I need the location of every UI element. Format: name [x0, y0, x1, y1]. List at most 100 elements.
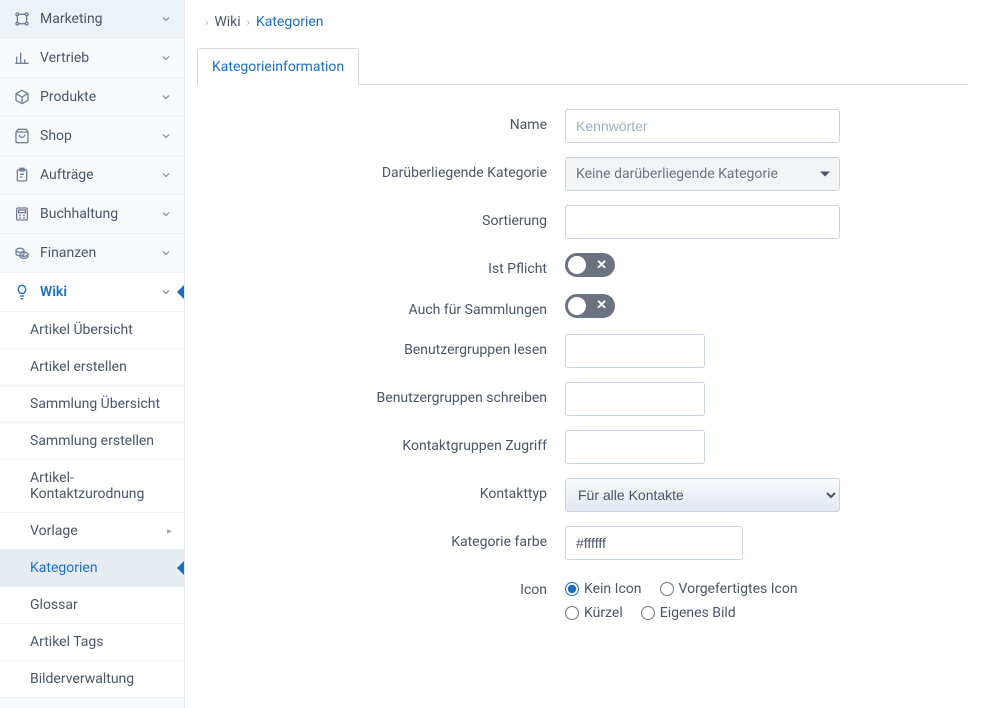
chevron-down-icon [160, 13, 172, 25]
main-content: › Wiki › Kategorien Kategorieinformation… [185, 0, 988, 708]
sidebar-sub-label: Vorlage [30, 523, 78, 539]
radio-preset-icon[interactable]: Vorgefertigtes Icon [660, 581, 798, 597]
radio-label: Kürzel [584, 605, 623, 621]
coins-icon [14, 245, 30, 261]
sidebar-sub-sammlung-uebersicht[interactable]: Sammlung Übersicht [0, 386, 184, 423]
sidebar-sub-label: Sammlung Übersicht [30, 396, 160, 412]
label-read-groups: Benutzergruppen lesen [185, 334, 565, 361]
sidebar-item-label: Buchhaltung [40, 206, 160, 222]
toggle-knob [568, 297, 586, 315]
sidebar-item-label: Wiki [40, 284, 160, 300]
label-parent-category: Darüberliegende Kategorie [185, 157, 565, 184]
contact-groups-input[interactable] [565, 430, 705, 464]
collections-toggle[interactable]: ✕ [565, 294, 615, 318]
chevron-down-icon [160, 286, 172, 298]
radio-input[interactable] [641, 606, 655, 620]
color-input[interactable] [565, 526, 743, 560]
radio-input[interactable] [660, 582, 674, 596]
sidebar-item-produkte[interactable]: Produkte [0, 78, 184, 117]
x-icon: ✕ [596, 258, 607, 273]
clipboard-icon [14, 167, 30, 183]
sidebar-sub-label: Artikel-Kontaktzurodnung [30, 470, 172, 502]
label-required: Ist Pflicht [185, 253, 565, 280]
sidebar-item-buchhaltung[interactable]: Buchhaltung [0, 195, 184, 234]
sidebar-sub-vorlage[interactable]: Vorlage ▸ [0, 513, 184, 550]
sidebar-item-marketing[interactable]: Marketing [0, 0, 184, 39]
sidebar-sub-bilderverwaltung[interactable]: Bilderverwaltung [0, 661, 184, 698]
chevron-down-icon [160, 208, 172, 220]
label-write-groups: Benutzergruppen schreiben [185, 382, 565, 409]
caret-down-icon [820, 172, 830, 177]
write-groups-input[interactable] [565, 382, 705, 416]
chevron-right-icon: › [247, 16, 250, 29]
sidebar-item-label: Aufträge [40, 167, 160, 183]
network-icon [14, 11, 30, 27]
radio-abbrev[interactable]: Kürzel [565, 605, 623, 621]
label-contact-groups: Kontaktgruppen Zugriff [185, 430, 565, 457]
sidebar-item-shop[interactable]: Shop [0, 117, 184, 156]
label-contact-type: Kontakttyp [185, 478, 565, 505]
label-icon: Icon [185, 574, 565, 601]
sidebar-item-auftraege[interactable]: Aufträge [0, 156, 184, 195]
tabs: Kategorieinformation [197, 48, 968, 85]
label-collections: Auch für Sammlungen [185, 294, 565, 321]
cube-icon [14, 89, 30, 105]
radio-label: Vorgefertigtes Icon [679, 581, 798, 597]
sidebar-item-label: Produkte [40, 89, 160, 105]
chevron-down-icon [160, 91, 172, 103]
radio-custom-image[interactable]: Eigenes Bild [641, 605, 736, 621]
sidebar-sub-artikel-erstellen[interactable]: Artikel erstellen [0, 349, 184, 386]
calculator-icon [14, 206, 30, 222]
sidebar-sub-label: Artikel erstellen [30, 359, 127, 375]
sidebar-sub-artikel-kontaktzuordnung[interactable]: Artikel-Kontaktzurodnung [0, 460, 184, 513]
radio-label: Eigenes Bild [660, 605, 736, 621]
form: Name Darüberliegende Kategorie Keine dar… [185, 85, 988, 675]
toggle-knob [568, 256, 586, 274]
sidebar-item-label: Finanzen [40, 245, 160, 261]
label-sort: Sortierung [185, 205, 565, 232]
sidebar: Marketing Vertrieb Produkte Shop Aufträg… [0, 0, 185, 708]
sidebar-sub-sammlung-erstellen[interactable]: Sammlung erstellen [0, 423, 184, 460]
tab-kategorieinformation[interactable]: Kategorieinformation [197, 48, 359, 85]
sidebar-sub-label: Kategorien [30, 560, 98, 576]
sidebar-item-finanzen[interactable]: Finanzen [0, 234, 184, 273]
read-groups-input[interactable] [565, 334, 705, 368]
required-toggle[interactable]: ✕ [565, 253, 615, 277]
icon-radio-group: Kein Icon Vorgefertigtes Icon Kürzel Eig… [565, 574, 948, 621]
sidebar-submenu: Artikel Übersicht Artikel erstellen Samm… [0, 312, 184, 698]
breadcrumb-item[interactable]: Kategorien [256, 14, 324, 30]
contact-type-select[interactable]: Für alle Kontakte [565, 478, 840, 512]
chevron-right-icon: › [205, 16, 208, 29]
chevron-down-icon [160, 130, 172, 142]
chevron-down-icon [160, 52, 172, 64]
label-name: Name [185, 109, 565, 136]
sidebar-item-vertrieb[interactable]: Vertrieb [0, 39, 184, 78]
radio-input[interactable] [565, 606, 579, 620]
label-color: Kategorie farbe [185, 526, 565, 553]
parent-category-select[interactable]: Keine darüberliegende Kategorie [565, 157, 840, 191]
sidebar-sub-label: Artikel Übersicht [30, 322, 133, 338]
sidebar-item-label: Shop [40, 128, 160, 144]
shopping-bag-icon [14, 128, 30, 144]
sidebar-sub-artikel-uebersicht[interactable]: Artikel Übersicht [0, 312, 184, 349]
radio-no-icon[interactable]: Kein Icon [565, 581, 642, 597]
chevron-right-icon: ▸ [167, 526, 172, 537]
sidebar-sub-label: Artikel Tags [30, 634, 103, 650]
name-input[interactable] [565, 109, 840, 143]
sidebar-item-label: Vertrieb [40, 50, 160, 66]
breadcrumb: › Wiki › Kategorien [185, 0, 988, 44]
sidebar-item-label: Marketing [40, 11, 160, 27]
sidebar-sub-kategorien[interactable]: Kategorien [0, 550, 184, 587]
sidebar-sub-artikel-tags[interactable]: Artikel Tags [0, 624, 184, 661]
sidebar-item-wiki[interactable]: Wiki [0, 273, 184, 312]
radio-input[interactable] [565, 582, 579, 596]
lightbulb-icon [14, 284, 30, 300]
sidebar-sub-label: Sammlung erstellen [30, 433, 154, 449]
chevron-down-icon [160, 247, 172, 259]
breadcrumb-item[interactable]: Wiki [214, 14, 240, 30]
sidebar-sub-label: Glossar [30, 597, 78, 613]
select-value: Keine darüberliegende Kategorie [576, 166, 778, 182]
sidebar-sub-glossar[interactable]: Glossar [0, 587, 184, 624]
sidebar-sub-label: Bilderverwaltung [30, 671, 134, 687]
sort-input[interactable] [565, 205, 840, 239]
